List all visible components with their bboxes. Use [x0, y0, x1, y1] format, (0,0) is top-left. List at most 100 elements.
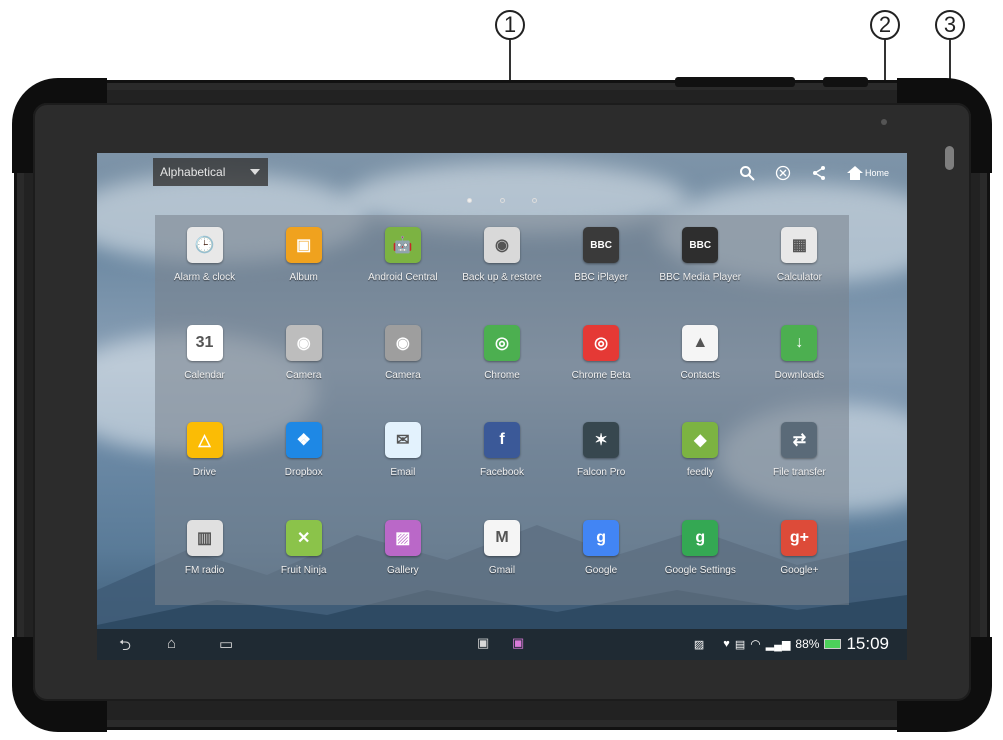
app-tile[interactable]: 31 Calendar: [155, 313, 254, 411]
google-plus-icon: g+: [781, 519, 818, 556]
launcher-actions: Home: [739, 163, 889, 183]
power-button[interactable]: [823, 77, 868, 87]
app-tile[interactable]: △ Drive: [155, 410, 254, 508]
home-icon: [846, 166, 863, 180]
app-tile[interactable]: g Google Settings: [651, 508, 750, 606]
gallery-notification-icon: ▨: [693, 638, 705, 651]
wifi-icon: ◠: [750, 637, 761, 651]
app-label: Android Central: [368, 272, 438, 283]
chevron-down-icon: [250, 169, 260, 175]
downloads-icon: ↓: [781, 324, 818, 361]
album-icon: ▣: [285, 227, 322, 263]
volume-button[interactable]: [675, 77, 795, 87]
app-label: Downloads: [774, 369, 825, 381]
app-tile[interactable]: 🕒 Alarm & clock: [155, 215, 254, 313]
search-icon[interactable]: [739, 165, 755, 181]
app-tile[interactable]: g Google: [552, 508, 651, 606]
feedly-icon: ◆: [682, 422, 719, 458]
app-label: Dropbox: [284, 467, 323, 478]
app-label: Alarm & clock: [174, 272, 236, 283]
email-icon: ✉: [384, 422, 421, 458]
page-dot: [532, 198, 537, 203]
gallery-icon: ▨: [384, 519, 421, 556]
callout-3: 3: [935, 10, 965, 40]
app-label: Chrome Beta: [571, 369, 631, 381]
small-app-icon[interactable]: ▣: [477, 635, 489, 651]
app-tile[interactable]: ▨ Gallery: [353, 508, 452, 606]
camera-icon: ◉: [285, 324, 322, 361]
calculator-icon: ▦: [781, 227, 818, 263]
app-label: BBC iPlayer: [574, 272, 629, 283]
back-icon[interactable]: ⮌: [119, 635, 131, 660]
app-tile[interactable]: ❖ Dropbox: [254, 410, 353, 508]
app-tile[interactable]: ▲ Contacts: [651, 313, 750, 411]
app-label: Gallery: [387, 564, 419, 576]
app-tile[interactable]: ↓ Downloads: [750, 313, 849, 411]
backup-icon: ◉: [483, 227, 520, 263]
fm-radio-icon: ▥: [186, 519, 223, 556]
app-label: Camera: [385, 369, 421, 381]
chrome-beta-icon: ◎: [583, 324, 620, 361]
recent-apps-icon[interactable]: ▭: [219, 635, 233, 653]
dropbox-icon: ❖: [285, 422, 322, 458]
app-label: BBC Media Player: [659, 272, 742, 283]
app-tile[interactable]: ⇄ File transfer: [750, 410, 849, 508]
signal-icon: ▂▄▆: [765, 638, 791, 651]
camera-icon: ◉: [384, 324, 421, 361]
bbc-media-player-icon: BBC: [682, 227, 719, 263]
notification-icon: ♥: [723, 638, 730, 650]
callout-2: 2: [870, 10, 900, 40]
callout-1: 1: [495, 10, 525, 40]
app-tile[interactable]: ✕ Fruit Ninja: [254, 508, 353, 606]
gmail-icon: M: [483, 519, 520, 556]
app-tile[interactable]: ◎ Chrome Beta: [552, 313, 651, 411]
app-tile[interactable]: ✶ Falcon Pro: [552, 410, 651, 508]
app-tile[interactable]: ▥ FM radio: [155, 508, 254, 606]
sim-icon: ▤: [734, 638, 746, 651]
app-label: Chrome: [484, 369, 520, 381]
app-tile[interactable]: ◆ feedly: [651, 410, 750, 508]
home-nav-icon[interactable]: ⌂: [167, 635, 176, 652]
app-tile[interactable]: f Facebook: [452, 410, 551, 508]
small-app-icon[interactable]: ▣: [512, 635, 524, 651]
home-button[interactable]: Home: [846, 166, 889, 180]
light-sensor: [945, 146, 954, 170]
android-central-icon: 🤖: [384, 227, 421, 263]
app-label: Calendar: [184, 369, 225, 381]
chrome-icon: ◎: [483, 324, 520, 361]
app-tile[interactable]: ✉ Email: [353, 410, 452, 508]
sort-dropdown[interactable]: Alphabetical: [153, 158, 268, 186]
app-tile[interactable]: ◉ Camera: [353, 313, 452, 411]
share-icon[interactable]: [811, 165, 827, 181]
app-tile[interactable]: g+ Google+: [750, 508, 849, 606]
drive-icon: △: [186, 422, 223, 458]
app-label: Google+: [780, 564, 819, 576]
app-label: Facebook: [480, 467, 524, 478]
app-tile[interactable]: M Gmail: [452, 508, 551, 606]
app-label: Camera: [285, 369, 322, 381]
app-label: File transfer: [773, 467, 826, 478]
app-label: Album: [289, 272, 318, 283]
app-tile[interactable]: ◉ Back up & restore: [452, 215, 551, 313]
app-tile[interactable]: BBC BBC Media Player: [651, 215, 750, 313]
uninstall-icon[interactable]: [775, 165, 791, 181]
front-camera: [881, 119, 887, 125]
app-tile[interactable]: ◎ Chrome: [452, 313, 551, 411]
app-tile[interactable]: ◉ Camera: [254, 313, 353, 411]
app-label: Falcon Pro: [576, 467, 626, 478]
app-tile[interactable]: ▦ Calculator: [750, 215, 849, 313]
app-tile[interactable]: ▣ Album: [254, 215, 353, 313]
app-label: Google Settings: [664, 564, 736, 576]
clock: 15:09: [846, 634, 889, 653]
app-label: Drive: [192, 467, 217, 478]
google-icon: g: [583, 519, 620, 556]
battery-icon: [824, 639, 842, 649]
fruit-ninja-icon: ✕: [285, 519, 322, 556]
app-tile[interactable]: BBC BBC iPlayer: [552, 215, 651, 313]
app-label: Calculator: [776, 272, 822, 283]
app-tile[interactable]: 🤖 Android Central: [353, 215, 452, 313]
clock-icon: 🕒: [186, 227, 223, 263]
calendar-icon: 31: [186, 324, 223, 361]
app-label: Back up & restore: [462, 272, 542, 283]
page-indicator: [467, 198, 537, 208]
